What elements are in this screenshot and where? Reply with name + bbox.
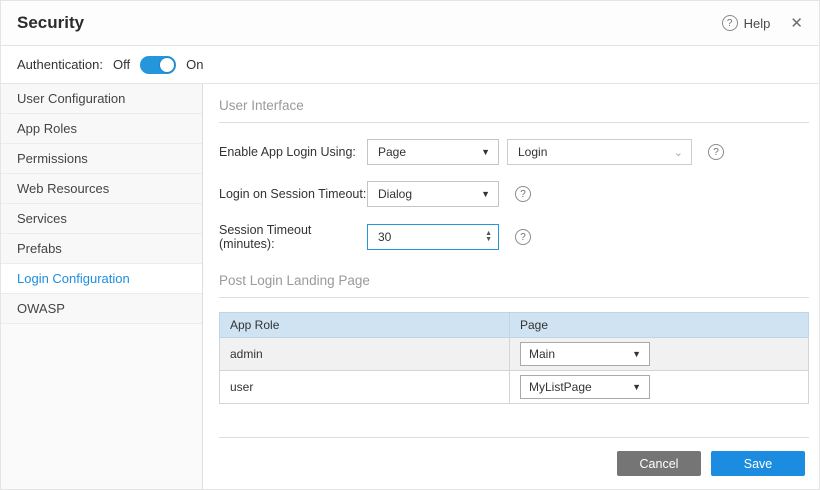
session-timeout-label: Session Timeout (minutes): <box>219 223 367 251</box>
login-on-timeout-help-icon[interactable]: ? <box>515 186 531 202</box>
user-interface-section-title: User Interface <box>219 98 809 123</box>
help-icon[interactable]: ? <box>722 15 738 31</box>
authentication-toggle[interactable] <box>140 56 176 74</box>
authentication-bar: Authentication: Off On <box>1 46 819 84</box>
sidebar-item-app-roles[interactable]: App Roles <box>1 114 202 144</box>
session-timeout-help-icon[interactable]: ? <box>515 229 531 245</box>
table-header-row: App Role Page <box>220 313 809 338</box>
timeout-action-value: Dialog <box>378 187 412 201</box>
landing-page-table: App Role Page admin Main ▼ <box>219 312 809 404</box>
close-icon[interactable]: ✕ <box>790 14 803 32</box>
cancel-button[interactable]: Cancel <box>617 451 701 476</box>
save-button[interactable]: Save <box>711 451 805 476</box>
session-timeout-row: Session Timeout (minutes): 30 ▲▼ ? <box>219 223 809 251</box>
sidebar-item-web-resources[interactable]: Web Resources <box>1 174 202 204</box>
column-header-app-role: App Role <box>220 313 510 338</box>
session-timeout-input[interactable]: 30 ▲▼ <box>367 224 499 250</box>
app-role-cell: user <box>220 371 510 404</box>
help-link[interactable]: Help <box>744 16 771 31</box>
table-row: admin Main ▼ <box>220 338 809 371</box>
dropdown-arrow-icon: ▼ <box>481 147 490 157</box>
login-page-select[interactable]: Login ⌄ <box>507 139 692 165</box>
enable-app-login-help-icon[interactable]: ? <box>708 144 724 160</box>
sidebar-item-user-configuration[interactable]: User Configuration <box>1 84 202 114</box>
toggle-off-label: Off <box>113 57 130 72</box>
page-title: Security <box>17 13 84 33</box>
user-page-value: MyListPage <box>529 380 592 394</box>
dropdown-arrow-icon: ▼ <box>481 189 490 199</box>
sidebar-item-services[interactable]: Services <box>1 204 202 234</box>
sidebar-item-login-configuration[interactable]: Login Configuration <box>1 264 202 294</box>
authentication-label: Authentication: <box>17 57 103 72</box>
login-on-timeout-row: Login on Session Timeout: Dialog ▼ ? <box>219 181 809 207</box>
sidebar-item-permissions[interactable]: Permissions <box>1 144 202 174</box>
dialog-footer: Cancel Save <box>219 437 809 489</box>
sidebar-item-prefabs[interactable]: Prefabs <box>1 234 202 264</box>
login-configuration-panel: User Interface Enable App Login Using: P… <box>203 84 819 489</box>
login-type-select[interactable]: Page ▼ <box>367 139 499 165</box>
post-login-section-title: Post Login Landing Page <box>219 273 809 298</box>
login-page-value: Login <box>518 145 547 159</box>
user-page-select[interactable]: MyListPage ▼ <box>520 375 650 399</box>
login-type-value: Page <box>378 145 406 159</box>
dropdown-arrow-icon: ▼ <box>632 382 641 392</box>
dropdown-arrow-icon: ▼ <box>632 349 641 359</box>
table-row: user MyListPage ▼ <box>220 371 809 404</box>
enable-app-login-label: Enable App Login Using: <box>219 145 367 159</box>
admin-page-select[interactable]: Main ▼ <box>520 342 650 366</box>
header-actions: ? Help ✕ <box>722 14 803 32</box>
admin-page-value: Main <box>529 347 555 361</box>
session-timeout-value: 30 <box>378 230 391 244</box>
timeout-action-select[interactable]: Dialog ▼ <box>367 181 499 207</box>
security-dialog: Security ? Help ✕ Authentication: Off On… <box>0 0 820 490</box>
content-area: User Configuration App Roles Permissions… <box>1 84 819 489</box>
login-on-timeout-label: Login on Session Timeout: <box>219 187 367 201</box>
app-role-cell: admin <box>220 338 510 371</box>
number-stepper-icon[interactable]: ▲▼ <box>485 231 492 243</box>
sidebar-item-owasp[interactable]: OWASP <box>1 294 202 324</box>
column-header-page: Page <box>510 313 809 338</box>
enable-app-login-row: Enable App Login Using: Page ▼ Login ⌄ ? <box>219 139 809 165</box>
dialog-header: Security ? Help ✕ <box>1 1 819 46</box>
toggle-on-label: On <box>186 57 203 72</box>
sidebar-nav: User Configuration App Roles Permissions… <box>1 84 203 489</box>
toggle-knob <box>160 58 174 72</box>
chevron-down-icon: ⌄ <box>674 146 683 159</box>
